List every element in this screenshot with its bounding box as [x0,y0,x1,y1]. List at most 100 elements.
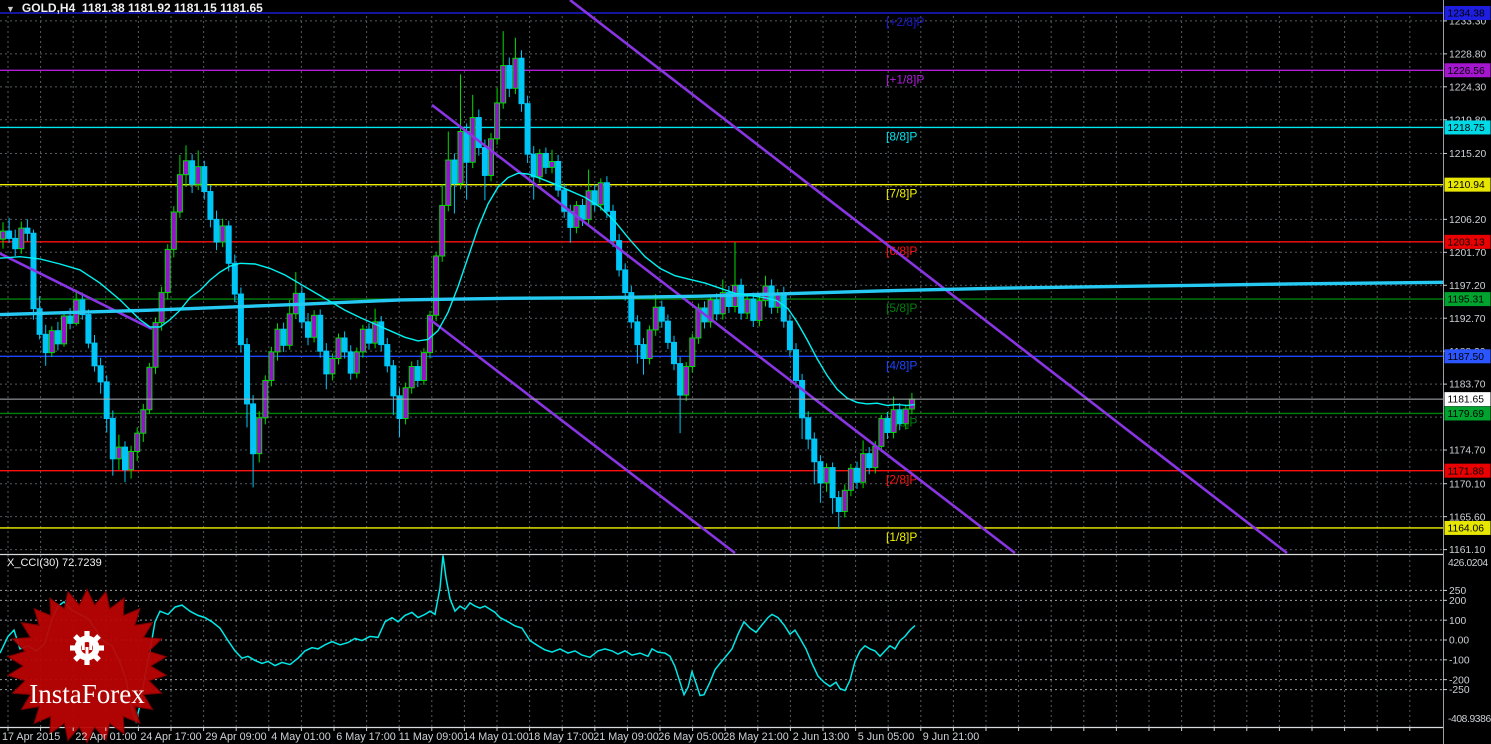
candle-body [494,102,501,140]
candle-body [18,227,25,250]
candle-body [286,313,293,346]
candle-body [97,365,104,383]
time-tick-label: 9 Jun 21:00 [923,731,979,743]
candle-body [164,248,171,294]
candle-body [128,450,135,471]
candle-body [683,366,690,396]
price-highlight-label: 1218.75 [1448,123,1485,134]
candle-body [91,342,98,367]
candle-body [305,321,311,338]
candle-body [542,152,549,168]
chart-canvas[interactable]: [+2/8]P[+1/8]P[8/8]P[7/8]P[6/8]P[5/8]P[4… [0,0,1491,744]
candle-body [237,293,244,346]
chart-title-bar: ▼ GOLD,H4 1181.38 1181.92 1181.15 1181.65 [6,1,263,15]
candle-body [610,210,616,242]
candle-body [457,130,464,184]
candle-body [390,365,397,397]
candle-body [122,446,128,471]
candle-body [207,191,214,220]
candle-body [884,418,891,433]
candle-body [146,366,153,411]
candle-body [274,328,281,353]
candle-body [646,329,653,359]
price-highlight-label: 1171.88 [1448,466,1485,477]
candle-body [48,330,55,354]
time-tick-label: 2 Jun 13:00 [793,731,849,743]
candle-body [866,453,873,469]
chart-title: GOLD,H4 1181.38 1181.92 1181.15 1181.65 [21,1,263,15]
time-tick-label: 22 Apr 01:00 [75,731,136,743]
candle-body [469,117,476,163]
price-tick-label: 1197.20 [1449,281,1486,292]
candle-body [134,432,141,452]
candle-body [640,344,647,359]
time-tick-label: 5 Jun 05:00 [858,731,914,743]
candle-body [500,65,507,104]
time-tick-label: 14 May 01:00 [463,731,528,743]
candle-body [103,381,110,420]
candle-body [420,352,427,381]
candle-body [530,153,537,178]
indicator-label: X_CCI(30) 72.7239 [7,557,102,569]
candle-body [158,292,165,324]
candle-body [231,262,238,295]
candle-body [311,314,318,338]
candle-body [872,445,879,469]
candle-body [176,174,183,213]
pivot-label: [+1/8]P [886,72,924,86]
pivot-label: [1/8]P [886,530,917,544]
candle-body [24,227,31,234]
candle-body [756,300,763,321]
candle-body [860,453,867,483]
price-axis[interactable]: 1233.301228.801224.301219.801215.201206.… [1443,6,1491,556]
candle-body [597,182,604,206]
price-tick-label: 1224.30 [1449,82,1486,93]
candle-body [280,328,287,346]
time-tick-label: 4 May 01:00 [271,731,330,743]
price-highlight-label: 1210.94 [1448,180,1485,191]
candle-body [512,57,519,89]
price-highlight-label: 1187.50 [1448,352,1485,363]
candle-body [384,344,391,367]
candle-body [439,204,446,257]
price-tick-label: 1183.70 [1449,380,1486,391]
time-tick-label: 6 May 17:00 [336,731,395,743]
candle-body [823,467,830,484]
candle-body [750,298,757,321]
logo-text: InstaForex [29,679,145,709]
candle-body [341,337,348,353]
time-tick-label: 24 Apr 17:00 [140,731,201,743]
candle-body [689,337,696,368]
candle-body [677,363,684,396]
candle-body [414,366,421,381]
price-highlight-label: 1164.06 [1448,524,1485,535]
pivot-label: [8/8]P [886,129,917,143]
time-tick-label: 18 May 17:00 [528,731,593,743]
candle-body [250,403,257,455]
candle-body [579,204,586,220]
candle-body [152,322,159,368]
chart-background [0,0,1491,744]
cci-tick-label: 200 [1449,596,1466,607]
candle-body [323,350,330,375]
price-tick-label: 1206.20 [1449,215,1486,226]
cci-tick-label: -100 [1449,655,1470,666]
candle-body [268,351,275,381]
candle-body [329,357,336,375]
candle-body [433,255,440,316]
candle-body [738,284,745,314]
candle-body [402,387,409,420]
candle-body [378,321,385,346]
price-tick-label: 1201.70 [1449,248,1486,259]
candle-body [536,152,543,178]
candle-body [244,344,250,405]
candle-body [811,438,818,463]
candle-body [585,190,592,220]
candle-body [878,418,885,447]
candle-body [115,446,122,460]
chart-dropdown-icon[interactable]: ▼ [6,4,15,14]
candle-body [634,321,641,346]
candle-body [201,166,208,193]
pivot-label: [7/8]P [886,187,917,201]
candle-body [616,240,623,271]
